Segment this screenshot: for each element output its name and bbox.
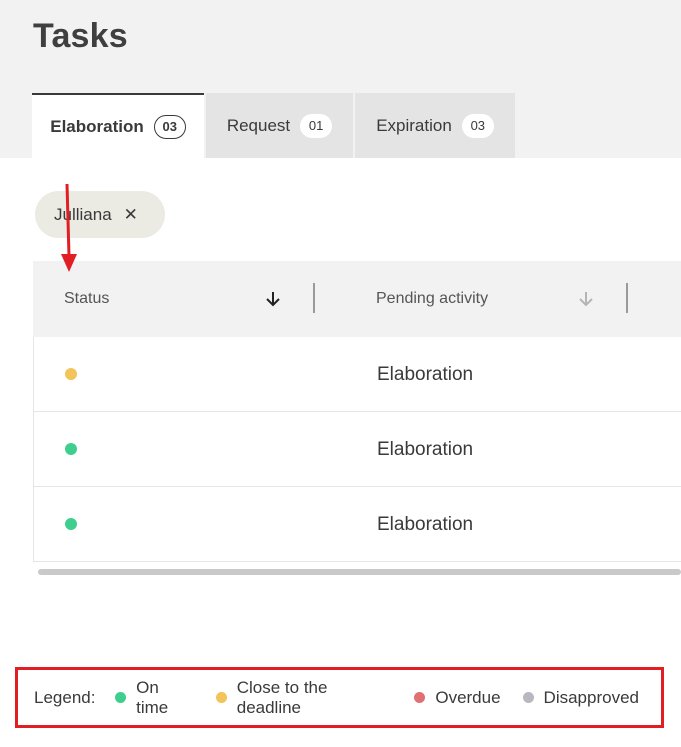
- status-dot: [65, 443, 77, 455]
- legend-dot: [115, 692, 127, 703]
- table-header: Status Pending activity: [33, 261, 681, 337]
- legend-label: Disapproved: [543, 687, 639, 707]
- legend-label: On time: [136, 677, 169, 717]
- legend-box: Legend: On time Close to the deadline Ov…: [15, 667, 664, 728]
- tab-count-badge: 01: [300, 113, 333, 138]
- tab-expiration[interactable]: Expiration 03: [355, 93, 515, 158]
- table-row[interactable]: Elaboration: [33, 412, 681, 487]
- legend-item-close-to-deadline: Close to the deadline: [216, 678, 392, 718]
- table-row[interactable]: Elaboration: [33, 487, 681, 562]
- tab-request[interactable]: Request 01: [206, 93, 353, 158]
- pending-activity-cell: Elaboration: [377, 363, 474, 385]
- tab-label: Request: [226, 115, 291, 135]
- close-icon[interactable]: ✕: [124, 205, 138, 225]
- column-header-label: Pending activity: [376, 290, 489, 307]
- column-divider[interactable]: [626, 283, 628, 313]
- table-row[interactable]: Elaboration: [33, 337, 681, 412]
- column-header-label: Status: [64, 290, 110, 307]
- legend-dot: [522, 692, 534, 703]
- column-header-pending-activity[interactable]: Pending activity: [376, 261, 488, 337]
- annotation-arrow-icon: [61, 183, 77, 272]
- horizontal-scrollbar[interactable]: [38, 569, 681, 575]
- legend-title: Legend:: [34, 687, 96, 707]
- column-divider[interactable]: [313, 283, 315, 313]
- tab-elaboration[interactable]: Elaboration 03: [32, 93, 204, 158]
- pending-activity-cell: Elaboration: [377, 513, 474, 535]
- legend-dot: [216, 692, 227, 703]
- legend-label: Overdue: [435, 687, 501, 707]
- legend-item-on-time: On time: [115, 678, 194, 718]
- status-dot: [65, 518, 77, 530]
- tab-label: Elaboration: [50, 116, 144, 136]
- page-title: Tasks: [33, 17, 128, 55]
- legend-item-overdue: Overdue: [414, 687, 501, 708]
- status-dot: [65, 368, 77, 380]
- tab-count-badge: 03: [461, 113, 494, 138]
- tab-label: Expiration: [376, 115, 452, 135]
- arrow-down-icon[interactable]: [576, 289, 596, 309]
- tasks-table: Status Pending activity Elaboration Elab…: [33, 261, 681, 562]
- arrow-down-icon[interactable]: [263, 289, 283, 309]
- tab-count-badge: 03: [153, 114, 186, 139]
- legend-dot: [414, 692, 426, 703]
- legend-item-disapproved: Disapproved: [522, 687, 639, 708]
- pending-activity-cell: Elaboration: [377, 438, 474, 460]
- filter-chip: Julliana ✕: [35, 191, 165, 238]
- legend-label: Close to the deadline: [236, 677, 328, 717]
